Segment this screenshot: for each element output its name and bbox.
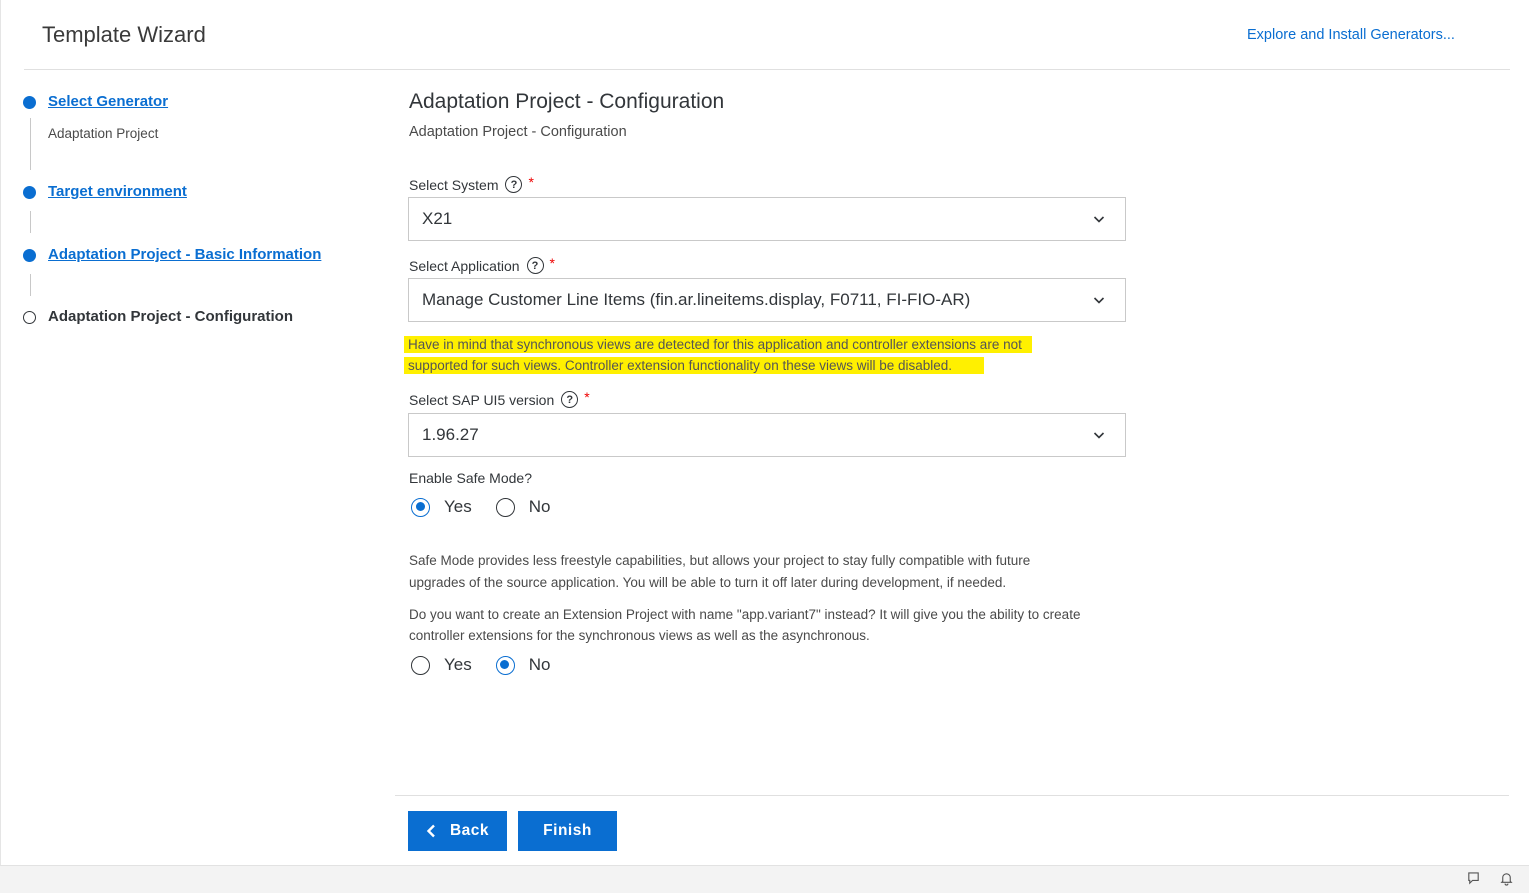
select-application-label: Select Application ? * [409, 254, 555, 274]
finish-button[interactable]: Finish [518, 811, 617, 851]
window-left-border [0, 0, 1, 865]
safe-mode-radio-group: Yes No [411, 497, 574, 517]
page-title: Adaptation Project - Configuration [409, 90, 725, 113]
sync-views-warning: Have in mind that synchronous views are … [404, 334, 1032, 376]
step-label: Adaptation Project - Configuration [48, 308, 293, 325]
info-line: upgrades of the source application. You … [409, 575, 1007, 590]
safe-mode-yes-radio[interactable]: Yes [411, 497, 472, 517]
radio-unchecked-icon[interactable] [495, 497, 515, 517]
safe-mode-info: Safe Mode provides less freestyle capabi… [409, 550, 1129, 594]
step-sublabel: Adaptation Project [48, 126, 159, 141]
select-value: X21 [422, 209, 453, 228]
back-button[interactable]: Back [408, 811, 507, 851]
radio-label: Yes [444, 655, 472, 674]
help-icon[interactable]: ? [505, 176, 523, 193]
step-label[interactable]: Adaptation Project - Basic Information [48, 246, 321, 263]
chevron-left-icon [426, 824, 435, 838]
step-done-dot [23, 186, 36, 199]
required-marker: * [549, 254, 555, 271]
radio-checked-icon[interactable] [411, 497, 430, 517]
header-divider [24, 69, 1510, 70]
extension-question: Do you want to create an Extension Proje… [409, 604, 1129, 646]
info-line: Safe Mode provides less freestyle capabi… [409, 553, 1031, 568]
bell-icon[interactable] [1499, 871, 1514, 886]
step-done-dot [23, 96, 36, 109]
field-label-text: Select System [409, 176, 499, 193]
radio-checked-icon[interactable] [495, 655, 515, 675]
help-icon[interactable]: ? [526, 257, 544, 274]
question-line: controller extensions for the synchronou… [409, 628, 870, 643]
safe-mode-label: Enable Safe Mode? [409, 470, 532, 486]
extension-radio-group: Yes No [411, 655, 574, 675]
step-connector [30, 274, 31, 296]
extension-no-radio[interactable]: No [495, 655, 551, 675]
warning-line: Have in mind that synchronous views are … [404, 336, 1032, 353]
select-ui5-dropdown[interactable]: 1.96.27 [408, 413, 1126, 457]
select-value: Manage Customer Line Items (fin.ar.linei… [422, 290, 971, 309]
chevron-down-icon [1093, 432, 1105, 439]
chevron-down-icon [1093, 297, 1105, 304]
field-label-text: Select SAP UI5 version [409, 391, 555, 408]
select-system-dropdown[interactable]: X21 [408, 197, 1126, 241]
select-application-dropdown[interactable]: Manage Customer Line Items (fin.ar.linei… [408, 278, 1126, 322]
radio-label: Yes [444, 497, 472, 516]
help-icon[interactable]: ? [561, 391, 579, 408]
warning-line: supported for such views. Controller ext… [404, 357, 985, 374]
step-connector [30, 211, 31, 233]
status-bar [0, 865, 1529, 893]
footer-divider [395, 795, 1509, 796]
step-label[interactable]: Select Generator [48, 93, 168, 110]
question-line: Do you want to create an Extension Proje… [409, 607, 1081, 622]
safe-mode-no-radio[interactable]: No [495, 497, 551, 517]
step-current-dot [23, 311, 36, 324]
field-label-text: Select Application [409, 257, 520, 274]
select-value: 1.96.27 [422, 425, 479, 444]
select-system-label: Select System ? * [409, 173, 534, 193]
page-subtitle: Adaptation Project - Configuration [409, 124, 627, 140]
radio-label: No [528, 655, 551, 674]
feedback-icon[interactable] [1466, 871, 1481, 886]
step-done-dot [23, 249, 36, 262]
radio-unchecked-icon[interactable] [411, 655, 430, 675]
wizard-title: Template Wizard [42, 22, 206, 47]
extension-yes-radio[interactable]: Yes [411, 655, 472, 675]
step-connector [30, 118, 31, 170]
select-ui5-label: Select SAP UI5 version ? * [409, 388, 590, 408]
explore-generators-link[interactable]: Explore and Install Generators... [1247, 27, 1455, 43]
required-marker: * [584, 388, 590, 405]
required-marker: * [528, 173, 534, 190]
back-button-label: Back [449, 822, 490, 839]
chevron-down-icon [1093, 216, 1105, 223]
radio-label: No [528, 497, 551, 516]
step-label[interactable]: Target environment [48, 183, 187, 200]
